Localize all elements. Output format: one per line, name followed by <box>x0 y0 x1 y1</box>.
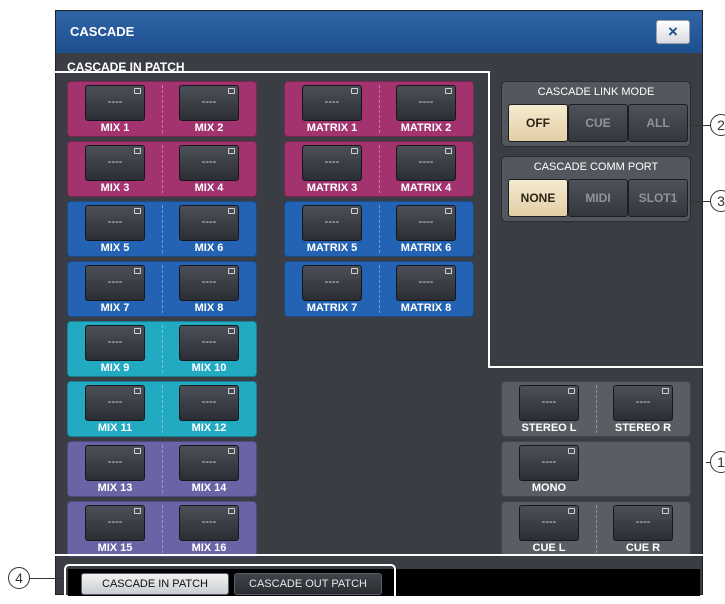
comm-port-none-button[interactable]: NONE <box>508 179 568 217</box>
callout-2: 2 <box>710 114 725 136</box>
cascade-comm-port-panel: CASCADE COMM PORT NONE MIDI SLOT1 <box>501 156 691 222</box>
callout-1: 1 <box>710 451 725 473</box>
patch-area-outline-lower <box>45 366 708 556</box>
callout-3-line <box>690 201 712 202</box>
patch-area-outline-step <box>488 366 708 368</box>
patch-area-outline <box>45 71 490 366</box>
link-mode-title: CASCADE LINK MODE <box>537 86 655 98</box>
callout-3: 3 <box>710 190 725 212</box>
cascade-window: CASCADE × CASCADE IN PATCH ---- MIX 1 ----… <box>45 10 708 604</box>
cascade-link-mode-panel: CASCADE LINK MODE OFF CUE ALL <box>501 81 691 147</box>
comm-port-slot1-button[interactable]: SLOT1 <box>628 179 688 217</box>
comm-port-midi-button[interactable]: MIDI <box>568 179 628 217</box>
link-mode-all-button[interactable]: ALL <box>628 104 688 142</box>
tab-bar-outline <box>64 564 396 604</box>
callout-4: 4 <box>8 567 30 589</box>
callout-2-line <box>690 125 712 126</box>
link-mode-off-button[interactable]: OFF <box>508 104 568 142</box>
callout-4-line <box>29 578 64 579</box>
patch-area-outline-right <box>488 71 490 368</box>
comm-port-title: CASCADE COMM PORT <box>533 161 659 173</box>
link-mode-cue-button[interactable]: CUE <box>568 104 628 142</box>
